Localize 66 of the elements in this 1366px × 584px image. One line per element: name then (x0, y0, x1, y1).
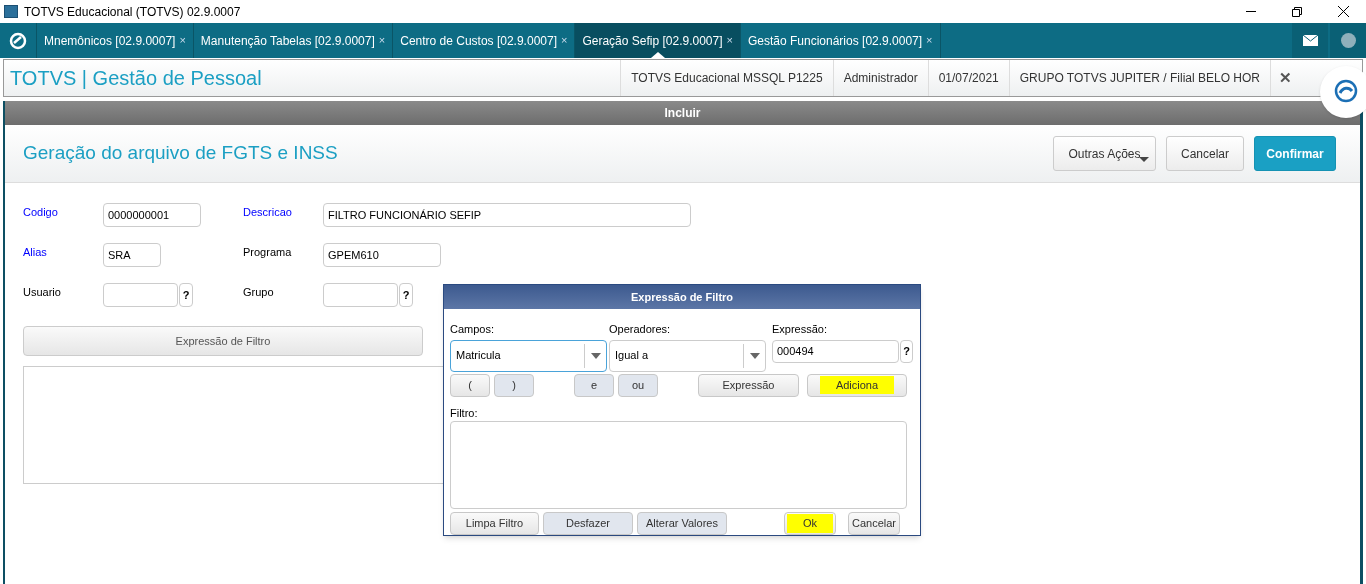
lookup-button[interactable]: ? (179, 283, 193, 307)
dialog-button[interactable]: Alterar Valores (637, 512, 727, 535)
tab[interactable]: Geração Sefip [02.9.0007] × (575, 23, 741, 58)
dialog-button[interactable]: Limpa Filtro (450, 512, 539, 535)
caret-icon (1139, 157, 1149, 162)
chat-icon (1333, 79, 1359, 105)
dialog-title: Expressão de Filtro (444, 285, 920, 309)
field-label: Programa (243, 245, 293, 260)
filter-expression-button[interactable]: Expressão de Filtro (23, 326, 423, 356)
field-label: Campos: (450, 322, 496, 337)
page-title: Geração do arquivo de FGTS e INSS (23, 141, 338, 166)
close-icon[interactable]: × (726, 32, 733, 49)
input-field[interactable]: 000494 (772, 339, 899, 363)
dialog-button[interactable]: ) (494, 373, 534, 397)
input-field[interactable]: GPEM610 (323, 243, 441, 267)
header-info: GRUPO TOTVS JUPITER / Filial BELO HOR (1008, 60, 1270, 96)
input-field[interactable] (103, 283, 178, 307)
dialog-button[interactable]: Ok (784, 512, 836, 535)
lookup-button[interactable]: ? (399, 283, 413, 307)
field-label: Alias (23, 245, 48, 260)
header-info: TOTVS Educacional MSSQL P1225 (620, 60, 833, 96)
caret-icon (749, 352, 760, 359)
field-label: Operadores: (609, 322, 672, 337)
close-icon[interactable]: × (179, 32, 186, 49)
input-field[interactable]: 0000000001 (103, 203, 201, 227)
restore-icon (1292, 6, 1302, 17)
close-icon[interactable]: × (378, 32, 386, 49)
dialog-button[interactable]: Desfazer (543, 512, 633, 535)
dialog-button[interactable]: ( (450, 373, 490, 397)
filter-text-area[interactable] (450, 421, 907, 509)
window-title: TOTVS Educacional (TOTVS) 02.9.0007 (24, 3, 241, 21)
field-label: Expressão: (772, 322, 829, 337)
close-icon[interactable]: × (926, 32, 933, 49)
header-info: 01/07/2021 (927, 60, 1009, 96)
dialog-button[interactable]: Expressão (698, 373, 799, 397)
mail-icon (1302, 35, 1318, 46)
input-field[interactable] (323, 283, 398, 307)
minimize-icon (1246, 11, 1256, 12)
field-label: Descricao (243, 205, 293, 220)
dropdown[interactable]: Igual a (609, 339, 766, 372)
header-info: Administrador (832, 60, 928, 96)
dialog-button[interactable]: ou (618, 373, 658, 397)
action-button[interactable]: Cancelar (1166, 136, 1244, 171)
field-label: Usuario (23, 285, 62, 300)
help-button[interactable] (1330, 23, 1366, 58)
input-field[interactable]: FILTRO FUNCIONÁRIO SEFIP (323, 203, 691, 227)
input-field[interactable]: SRA (103, 243, 161, 267)
field-label: Filtro: (450, 405, 479, 421)
panel-caption: Incluir (5, 101, 1360, 125)
dialog-button[interactable]: e (574, 373, 614, 397)
dialog-button[interactable]: Adiciona (807, 373, 907, 397)
caret-icon (590, 352, 601, 359)
mail-button[interactable] (1292, 23, 1328, 58)
action-button[interactable]: Outras Ações (1053, 136, 1156, 171)
lookup-button[interactable]: ? (900, 339, 913, 363)
close-icon[interactable]: × (561, 32, 568, 49)
close-icon (1337, 6, 1349, 17)
app-title: TOTVS | Gestão de Pessoal (10, 66, 262, 91)
dropdown-value: Igual a (614, 348, 650, 364)
field-label: Grupo (243, 285, 275, 300)
logo-icon (9, 31, 27, 50)
dropdown[interactable]: Matricula (450, 339, 607, 372)
dropdown-value: Matricula (455, 348, 502, 364)
field-label: Codigo (23, 205, 59, 220)
dialog-button[interactable]: Cancelar (848, 512, 900, 535)
app-icon (4, 5, 18, 18)
